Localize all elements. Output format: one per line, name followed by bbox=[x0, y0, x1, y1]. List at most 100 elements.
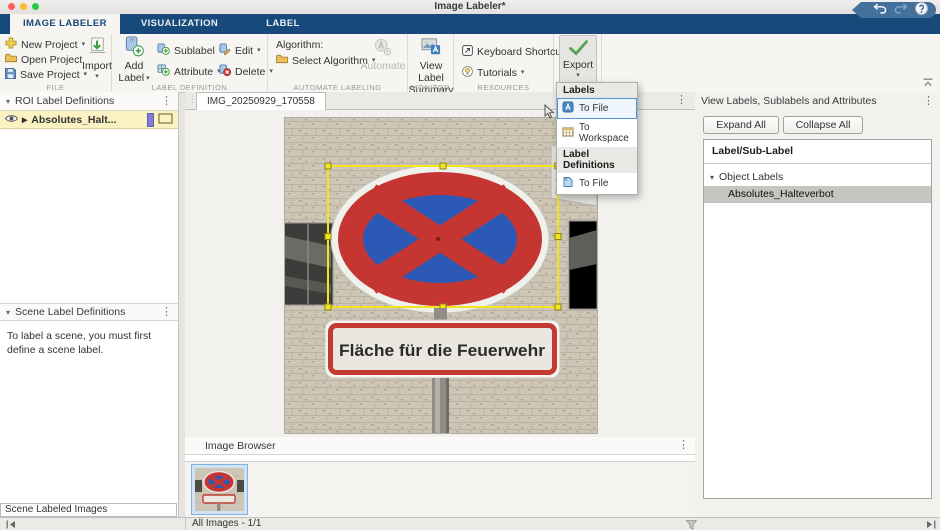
visibility-eye-icon[interactable] bbox=[5, 114, 18, 126]
tutorials-lightbulb-icon bbox=[462, 66, 473, 80]
fire-lane-sign: Fläche für die Feuerwehr bbox=[325, 320, 560, 378]
tab-label[interactable]: LABEL bbox=[253, 14, 313, 34]
automate-icon bbox=[373, 38, 393, 60]
roi-label-item[interactable]: ▸ Absolutes_Halt... bbox=[0, 111, 178, 129]
no-stopping-sign bbox=[331, 165, 549, 313]
right-panel: View Labels, Sublabels and Attributes ⋮ … bbox=[695, 92, 940, 517]
menu-item-definitions-to-file[interactable]: To File bbox=[557, 173, 637, 194]
ribbon-toolstrip: New Project ▾ Open Project Save Project … bbox=[0, 34, 940, 93]
expand-item-icon[interactable]: ▸ bbox=[22, 114, 27, 126]
collapse-all-button[interactable]: Collapse All bbox=[783, 116, 863, 134]
collapse-ribbon-button[interactable] bbox=[922, 78, 934, 90]
figure-panel-menu-icon[interactable]: ⋮ bbox=[676, 95, 687, 106]
export-dropdown-menu: Labels To File To Workspace Label Defini… bbox=[556, 82, 638, 195]
sublabel-button[interactable]: Sublabel ▾ bbox=[154, 43, 225, 58]
chevron-down-icon: ▾ bbox=[257, 47, 261, 54]
menu-item-labels-to-workspace[interactable]: To Workspace bbox=[557, 119, 637, 147]
new-project-plus-icon bbox=[5, 37, 17, 52]
dock-left-icon[interactable] bbox=[6, 520, 16, 530]
roi-panel-title: ROI Label Definitions bbox=[15, 95, 114, 107]
chevron-down-icon: ▾ bbox=[95, 73, 99, 80]
collapse-panel-icon[interactable]: ▾ bbox=[6, 308, 10, 317]
roi-label-name: Absolutes_Halt... bbox=[31, 114, 143, 126]
add-label-icon bbox=[123, 36, 145, 60]
right-panel-title: View Labels, Sublabels and Attributes bbox=[701, 95, 877, 107]
roi-label-definitions-header: ▾ ROI Label Definitions ⋮ bbox=[0, 92, 178, 111]
chevron-down-icon: ▾ bbox=[146, 75, 150, 82]
sign-pole bbox=[432, 378, 449, 433]
image-browser-menu-icon[interactable]: ⋮ bbox=[678, 440, 689, 451]
image-tab[interactable]: IMG_20250929_170558 bbox=[196, 92, 326, 110]
image-browser-scrollbar[interactable] bbox=[185, 455, 695, 462]
section-label-automate-labeling: AUTOMATE LABELING bbox=[268, 83, 407, 92]
photo-svg: Fläche für die Feuerwehr bbox=[285, 118, 597, 433]
tab-image-labeler[interactable]: IMAGE LABELER bbox=[10, 14, 120, 34]
ribbon-tabbar: IMAGE LABELER VISUALIZATION LABEL bbox=[0, 14, 940, 34]
workspace-icon bbox=[562, 126, 574, 141]
window-title: Image Labeler* bbox=[0, 0, 940, 14]
ribbon-section-resources: Keyboard Shortcuts Tutorials ▾ RESOURCES bbox=[454, 34, 554, 92]
rectangle-roi-icon bbox=[158, 113, 173, 127]
undo-button[interactable] bbox=[873, 3, 887, 17]
add-label-button[interactable]: Add Label▾ bbox=[117, 36, 151, 84]
scene-panel-menu-icon[interactable]: ⋮ bbox=[161, 307, 172, 318]
keyboard-shortcuts-icon bbox=[462, 45, 473, 59]
menu-item-labels-to-file[interactable]: To File bbox=[557, 98, 637, 119]
section-label-monitor: MONITOR bbox=[408, 83, 453, 92]
section-label-label-definition: LABEL DEFINITION bbox=[112, 83, 267, 92]
ribbon-section-automate-labeling: Algorithm: Select Algorithm ▾ Automate A… bbox=[268, 34, 408, 92]
section-label-resources: RESOURCES bbox=[454, 83, 553, 92]
right-window bbox=[569, 221, 597, 309]
label-sublabel-table: Label/Sub-Label ▾ Object Labels Absolute… bbox=[703, 139, 932, 499]
image-browser-header: Image Browser ⋮ bbox=[185, 437, 695, 455]
quick-access-toolbar bbox=[852, 2, 936, 18]
ribbon-section-label-definition: Add Label▾ Sublabel ▾ Attribute ▾ Ed bbox=[112, 34, 268, 92]
mouse-cursor bbox=[544, 104, 555, 122]
status-bar: All Images - 1/1 bbox=[0, 517, 940, 530]
image-thumbnail-selected[interactable] bbox=[191, 464, 248, 515]
chevron-down-icon: ▾ bbox=[576, 72, 580, 79]
delete-button[interactable]: Delete ▾ bbox=[216, 64, 276, 79]
save-disk-icon bbox=[5, 68, 16, 82]
edit-button[interactable]: Edit ▾ bbox=[216, 43, 276, 58]
image-browser-title: Image Browser bbox=[205, 440, 276, 452]
attribute-icon bbox=[157, 64, 170, 79]
tab-visualization[interactable]: VISUALIZATION bbox=[128, 14, 231, 34]
tree-row-absolutes-halteverbot[interactable]: Absolutes_Halteverbot bbox=[704, 186, 931, 203]
view-labels-header: View Labels, Sublabels and Attributes ⋮ bbox=[695, 92, 940, 110]
open-project-button[interactable]: Open Project bbox=[2, 52, 90, 67]
ribbon-section-monitor: View Label Summary MONITOR bbox=[408, 34, 454, 92]
expand-all-button[interactable]: Expand All bbox=[703, 116, 779, 134]
export-check-icon bbox=[568, 39, 589, 59]
import-icon bbox=[86, 37, 108, 60]
roi-panel-menu-icon[interactable]: ⋮ bbox=[161, 96, 172, 107]
delete-icon bbox=[219, 64, 231, 79]
sublabel-icon bbox=[157, 43, 170, 58]
collapse-panel-icon[interactable]: ▾ bbox=[6, 97, 10, 106]
label-column-header: Label/Sub-Label bbox=[704, 140, 931, 164]
right-panel-menu-icon[interactable]: ⋮ bbox=[923, 96, 934, 107]
scene-labeled-images-bar[interactable]: Scene Labeled Images bbox=[0, 503, 177, 517]
filter-funnel-icon[interactable] bbox=[686, 520, 697, 530]
collapse-tree-icon[interactable]: ▾ bbox=[710, 173, 714, 182]
select-algorithm-folder-icon bbox=[276, 54, 288, 67]
attribute-button[interactable]: Attribute ▾ bbox=[154, 64, 225, 79]
label-file-icon bbox=[562, 101, 574, 116]
image-browser-thumbnails bbox=[185, 462, 695, 517]
automate-button: Automate bbox=[360, 38, 406, 72]
redo-button[interactable] bbox=[894, 3, 908, 17]
thumbnail-photo bbox=[195, 468, 244, 511]
image-count-status: All Images - 1/1 bbox=[192, 518, 261, 530]
definition-tag-icon bbox=[562, 176, 574, 191]
labeled-photo[interactable]: Fläche für die Feuerwehr bbox=[285, 118, 597, 433]
scene-panel-title: Scene Label Definitions bbox=[15, 306, 125, 318]
scene-empty-message: To label a scene, you must first define … bbox=[0, 321, 180, 365]
tree-row-object-labels[interactable]: ▾ Object Labels bbox=[704, 168, 931, 186]
new-project-button[interactable]: New Project ▾ bbox=[2, 37, 90, 52]
save-project-button[interactable]: Save Project ▾ bbox=[2, 67, 90, 82]
help-button[interactable] bbox=[915, 2, 928, 18]
dock-right-icon[interactable] bbox=[926, 520, 936, 530]
titlebar: Image Labeler* bbox=[0, 0, 940, 15]
import-button[interactable]: Import ▾ bbox=[83, 37, 111, 80]
roi-color-swatch bbox=[147, 113, 154, 127]
